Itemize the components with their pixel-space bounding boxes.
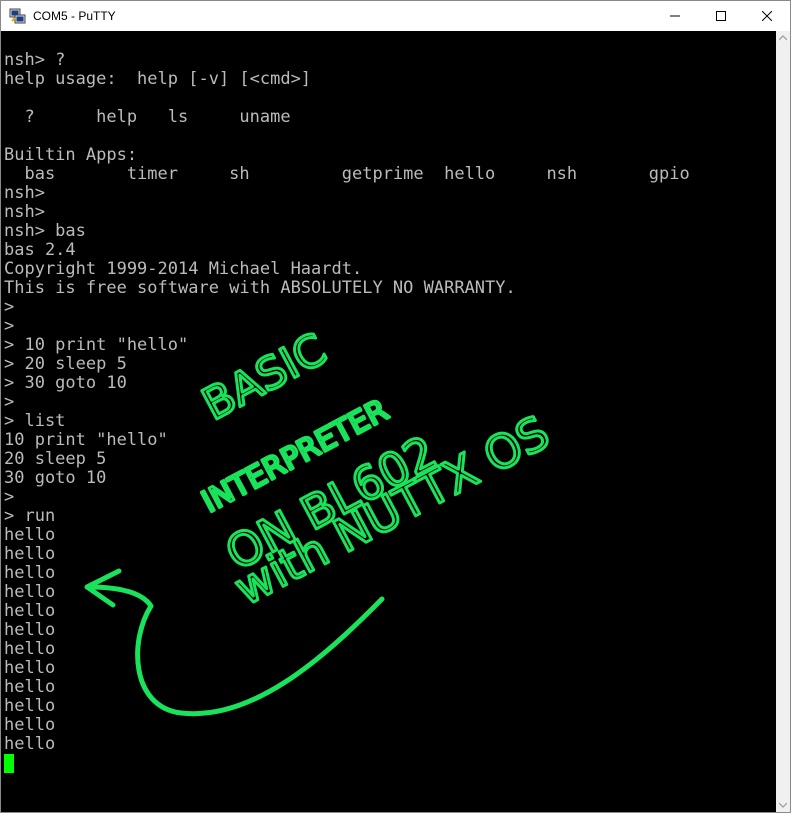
terminal-line: hello [4,677,56,697]
vertical-scrollbar[interactable] [776,31,790,812]
terminal-line: hello [4,734,56,754]
terminal-line: > run [4,506,56,526]
terminal-line: nsh> ? [4,50,66,70]
terminal-line: help usage: help [-v] [<cmd>] [4,69,312,89]
terminal-line: > [4,487,15,507]
terminal-line: 30 goto 10 [4,468,107,488]
putty-window: COM5 - PuTTY nsh> ? help usage: help [-v]… [0,0,791,813]
terminal-line: bas timer sh getprime hello nsh gpio [4,164,690,184]
scroll-up-icon[interactable] [776,31,790,45]
maximize-icon [716,11,726,21]
terminal-line: nsh> [4,183,45,203]
terminal-line: bas 2.4 [4,240,76,260]
terminal-line: > list [4,411,66,431]
minimize-button[interactable] [652,1,698,31]
terminal-screen[interactable]: nsh> ? help usage: help [-v] [<cmd>] ? he… [1,31,776,812]
terminal-line: ? help ls uname [4,107,291,127]
terminal-line: hello [4,696,56,716]
terminal-line: 20 sleep 5 [4,449,107,469]
terminal-line: Builtin Apps: [4,145,138,165]
terminal-line: > [4,392,15,412]
terminal-line: hello [4,525,56,545]
putty-icon[interactable] [9,7,27,25]
close-button[interactable] [744,1,790,31]
close-icon [762,11,772,21]
terminal-line: hello [4,658,56,678]
terminal-line: hello [4,601,56,621]
terminal-line: > [4,316,15,336]
terminal-line: Copyright 1999-2014 Michael Haardt. [4,259,363,279]
terminal-line: hello [4,639,56,659]
terminal-line: This is free software with ABSOLUTELY NO… [4,278,516,298]
terminal-line: > [4,297,15,317]
terminal-line: hello [4,563,56,583]
maximize-button[interactable] [698,1,744,31]
terminal-line: nsh> bas [4,221,86,241]
minimize-icon [670,11,680,21]
terminal-line: hello [4,715,56,735]
title-bar[interactable]: COM5 - PuTTY [1,1,790,31]
terminal-line: > 20 sleep 5 [4,354,127,374]
terminal-cursor [4,754,14,773]
terminal-line: hello [4,544,56,564]
scroll-down-icon[interactable] [776,798,790,812]
terminal-line: > 30 goto 10 [4,373,127,393]
terminal-line: hello [4,582,56,602]
terminal-line: hello [4,620,56,640]
terminal-line: 10 print "hello" [4,430,168,450]
window-title: COM5 - PuTTY [33,9,116,23]
terminal-line: nsh> [4,202,45,222]
terminal-line: > 10 print "hello" [4,335,189,355]
